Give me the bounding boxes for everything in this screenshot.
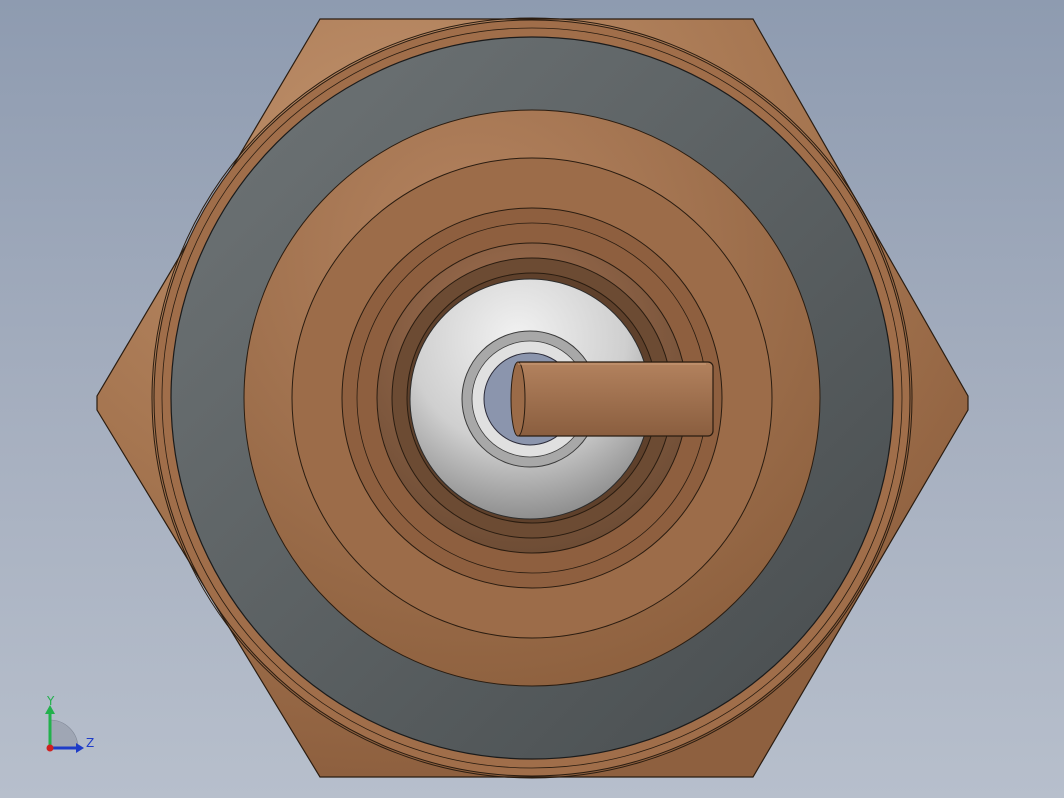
part-model[interactable] bbox=[0, 0, 1064, 798]
triad-origin bbox=[46, 744, 54, 752]
y-axis-label: Y bbox=[46, 696, 55, 708]
triad-plane bbox=[49, 719, 79, 749]
z-axis-label: Z bbox=[86, 736, 94, 750]
graphics-viewport[interactable]: Y Z bbox=[0, 0, 1064, 798]
orientation-triad: Y Z bbox=[45, 696, 94, 753]
terminal-tab bbox=[510, 361, 714, 437]
z-arrow bbox=[76, 743, 84, 753]
